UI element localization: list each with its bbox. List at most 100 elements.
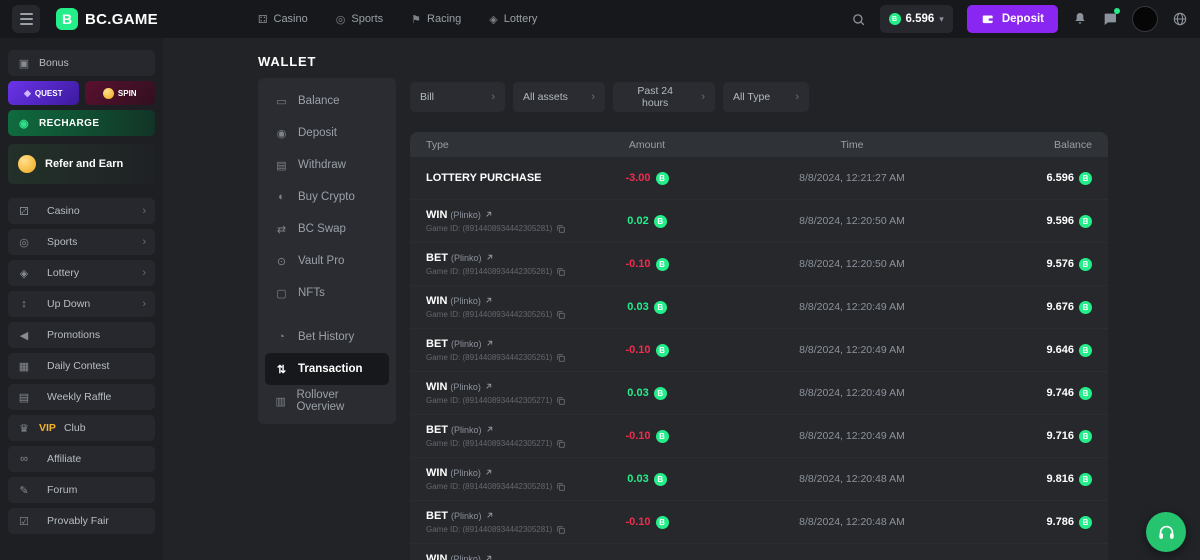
amount-value: 0.03 <box>627 387 648 399</box>
wallet-nav-item[interactable]: ⊙ Vault Pro <box>265 245 389 277</box>
sidebar-item-label-accent: VIP <box>39 422 56 434</box>
wallet-nav-icon: ▤ <box>274 159 289 172</box>
filter-dropdown[interactable]: Past 24 hours › <box>613 82 715 112</box>
avatar[interactable] <box>1132 6 1158 32</box>
sidebar-menu-item[interactable]: ◈ Lottery › <box>8 260 155 286</box>
sidebar-menu-item[interactable]: ◀ Promotions <box>8 322 155 348</box>
table-row[interactable]: WIN (Plinko) Game ID: (89144089344423052… <box>410 458 1108 501</box>
deposit-button[interactable]: Deposit <box>967 5 1058 33</box>
sidebar-menu-item[interactable]: ✎ Forum <box>8 477 155 503</box>
chevron-right-icon: › <box>591 91 595 103</box>
wallet-nav-item[interactable]: ◐ Buy Crypto <box>265 181 389 213</box>
type-cell: WIN (Plinko) Game ID: (89144089344423052… <box>426 209 572 234</box>
table-row[interactable]: LOTTERY PURCHASE -3.00 <box>410 157 1108 200</box>
sidebar-menu-item[interactable]: ◎ Sports › <box>8 229 155 255</box>
logo[interactable]: B BC.GAME <box>56 8 158 30</box>
external-link-icon <box>485 425 494 434</box>
sidebar-menu-item[interactable]: ↕ Up Down › <box>8 291 155 317</box>
wallet-nav-icon: ⊙ <box>274 255 289 268</box>
game-id: Game ID: (8914408934442305281) <box>426 267 552 276</box>
filter-dropdown[interactable]: Bill › <box>410 82 505 112</box>
table-row[interactable]: WIN (Plinko) Game ID: (89144089344423052… <box>410 544 1108 560</box>
amount-value: -0.10 <box>625 344 650 356</box>
wallet-nav-item[interactable]: ▤ Withdraw <box>265 149 389 181</box>
filter-label: All assets <box>523 91 568 103</box>
chevron-right-icon: › <box>491 91 495 103</box>
sidebar-menu-item[interactable]: ☑ Provably Fair <box>8 508 155 534</box>
wallet-nav-item[interactable]: ▢ NFTs <box>265 277 389 309</box>
menu-button[interactable] <box>12 5 40 33</box>
copy-icon[interactable] <box>556 439 566 449</box>
bc-coin-icon: B <box>656 172 669 185</box>
quest-badge[interactable]: ◆ QUEST <box>8 81 79 105</box>
globe-icon <box>1172 11 1188 27</box>
copy-icon[interactable] <box>556 525 566 535</box>
language-button[interactable] <box>1172 11 1188 27</box>
balance-cell: 9.816 B <box>982 473 1092 486</box>
filter-label: Bill <box>420 91 434 103</box>
top-nav: ⚃ Casino ◎ Sports ⚑ Racing ◈ Lottery <box>258 13 537 26</box>
support-button[interactable] <box>1146 512 1186 552</box>
copy-icon[interactable] <box>556 396 566 406</box>
sidebar-menu-item[interactable]: ▤ Weekly Raffle <box>8 384 155 410</box>
wallet-nav-item[interactable]: ▭ Balance <box>265 85 389 117</box>
game-id: Game ID: (8914408934442305281) <box>426 224 552 233</box>
external-link-icon <box>484 296 493 305</box>
copy-icon[interactable] <box>556 310 566 320</box>
wallet-nav-label: Rollover Overview <box>296 389 380 413</box>
table-row[interactable]: BET (Plinko) Game ID: (89144089344423052… <box>410 243 1108 286</box>
copy-icon[interactable] <box>556 224 566 234</box>
search-button[interactable] <box>851 12 866 27</box>
type-cell: WIN (Plinko) Game ID: (89144089344423052… <box>426 381 572 406</box>
spin-badge[interactable]: SPIN <box>85 81 156 105</box>
sidebar-item-refer-and-earn[interactable]: Refer and Earn <box>8 144 155 184</box>
bc-coin-icon: B <box>654 215 667 228</box>
table-row[interactable]: WIN (Plinko) Game ID: (89144089344423052… <box>410 200 1108 243</box>
bc-coin-icon: B <box>656 258 669 271</box>
time-cell: 8/8/2024, 12:20:49 AM <box>722 301 982 313</box>
top-nav-item[interactable]: ⚑ Racing <box>411 13 461 26</box>
sidebar-menu-item[interactable]: ▦ Daily Contest <box>8 353 155 379</box>
table-row[interactable]: BET (Plinko) Game ID: (89144089344423052… <box>410 329 1108 372</box>
sidebar-menu-item[interactable]: ⚂ Casino › <box>8 198 155 224</box>
table-row[interactable]: BET (Plinko) Game ID: (89144089344423052… <box>410 415 1108 458</box>
sidebar-menu-item[interactable]: ♛ VIP Club <box>8 415 155 441</box>
top-nav-item[interactable]: ◎ Sports <box>336 13 383 26</box>
wallet-nav-item[interactable]: ◔ Bet History <box>265 321 389 353</box>
sidebar-item-bonus[interactable]: ▣ Bonus <box>8 50 155 76</box>
top-nav-label: Sports <box>351 13 383 25</box>
chat-button[interactable] <box>1102 11 1118 27</box>
time-cell: 8/8/2024, 12:20:48 AM <box>722 516 982 528</box>
filter-dropdown[interactable]: All Type › <box>723 82 809 112</box>
copy-icon[interactable] <box>556 482 566 492</box>
sidebar-item-label: Promotions <box>47 329 100 341</box>
table-row[interactable]: WIN (Plinko) Game ID: (89144089344423052… <box>410 372 1108 415</box>
wallet-nav-item[interactable]: ⇅ Transaction <box>265 353 389 385</box>
table-row[interactable]: WIN (Plinko) Game ID: (89144089344423052… <box>410 286 1108 329</box>
notifications-button[interactable] <box>1072 11 1088 27</box>
type-cell: BET (Plinko) Game ID: (89144089344423052… <box>426 424 572 449</box>
copy-icon[interactable] <box>556 267 566 277</box>
type-cell: WIN (Plinko) Game ID: (89144089344423052… <box>426 553 572 560</box>
amount-value: -0.10 <box>625 516 650 528</box>
sidebar-item-recharge[interactable]: ◉ RECHARGE <box>8 110 155 136</box>
filter-dropdown[interactable]: All assets › <box>513 82 605 112</box>
sidebar-menu-item[interactable]: ∞ Affiliate <box>8 446 155 472</box>
top-nav-item[interactable]: ⚃ Casino <box>258 13 308 26</box>
wallet-nav-item[interactable]: ◉ Deposit <box>265 117 389 149</box>
wallet-nav-item[interactable]: ⇄ BC Swap <box>265 213 389 245</box>
copy-icon[interactable] <box>556 353 566 363</box>
chevron-right-icon: › <box>701 91 705 103</box>
top-nav-item[interactable]: ◈ Lottery <box>489 13 537 26</box>
sidebar-item-icon: ◎ <box>17 236 31 249</box>
balance-selector[interactable]: B 6.596 ▾ <box>880 5 953 33</box>
bc-logo-icon: B <box>56 8 78 30</box>
deposit-label: Deposit <box>1002 13 1044 25</box>
table-row[interactable]: BET (Plinko) Game ID: (89144089344423052… <box>410 501 1108 544</box>
wallet-nav-item[interactable]: ▥ Rollover Overview <box>265 385 389 417</box>
bc-coin-icon: B <box>654 387 667 400</box>
transaction-type: WIN <box>426 467 447 479</box>
amount-value: -0.10 <box>625 258 650 270</box>
recharge-icon: ◉ <box>17 117 31 130</box>
balance-cell: 9.716 B <box>982 430 1092 443</box>
